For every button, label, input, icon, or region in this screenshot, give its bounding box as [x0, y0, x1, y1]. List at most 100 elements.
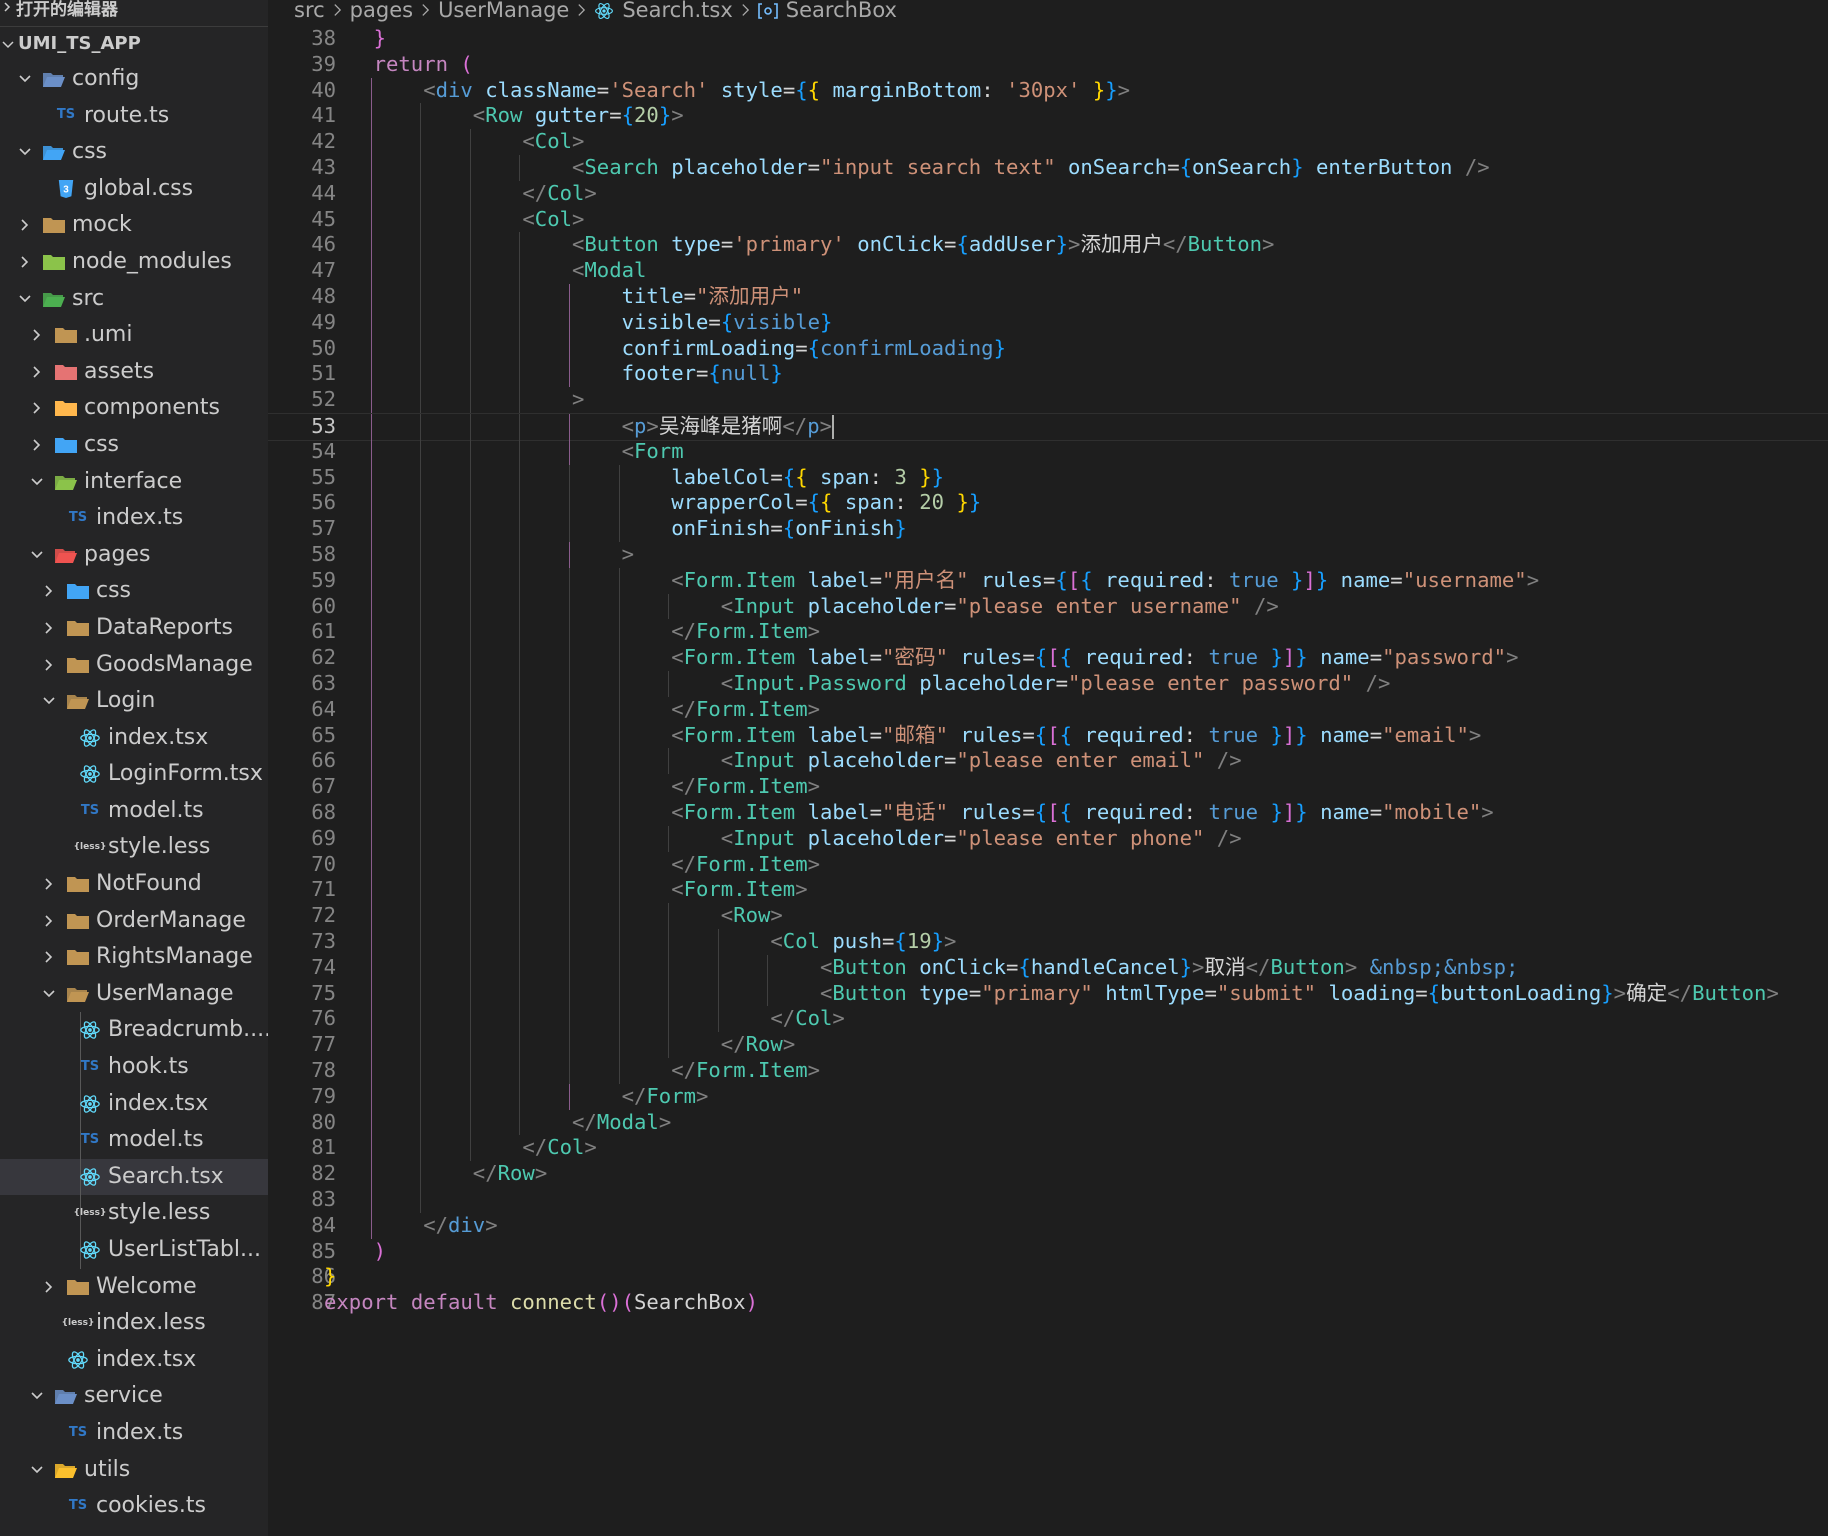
code-editor[interactable]: 38} 39 return (40 <div className='Search' s…	[268, 26, 1828, 1536]
code-line[interactable]: 66 <Input placeholder="please enter email…	[268, 748, 1828, 775]
chevron-down-icon[interactable]	[18, 134, 32, 170]
code-line[interactable]: 57 onFinish={onFinish}	[268, 516, 1828, 542]
chevron-right-icon[interactable]	[18, 207, 32, 243]
code-line[interactable]: 51 footer={null}	[268, 361, 1828, 388]
code-line[interactable]: 64 </Form.Item>	[268, 696, 1828, 723]
code-line[interactable]: 83	[268, 1187, 1828, 1213]
tree-folder-item[interactable]: pages	[0, 537, 268, 574]
tree-file-item[interactable]: UserListTabl...	[0, 1232, 268, 1269]
code-line[interactable]: 75 <Button type="primary" htmlType="submi…	[268, 980, 1828, 1007]
code-line[interactable]: 39 return (	[268, 52, 1828, 78]
tree-file-item[interactable]: TS cookies.ts	[0, 1488, 268, 1525]
breadcrumb-item[interactable]: SearchBox	[757, 0, 897, 22]
tree-folder-item[interactable]: config	[0, 61, 268, 98]
code-line[interactable]: 87 export default connect()(SearchBox)	[268, 1290, 1828, 1316]
breadcrumb-item[interactable]: src	[294, 0, 325, 21]
tree-file-item[interactable]: TS route.ts	[0, 98, 268, 135]
tree-folder-item[interactable]: assets	[0, 354, 268, 391]
chevron-right-icon[interactable]	[42, 866, 56, 902]
tree-file-item[interactable]: TS model.ts	[0, 793, 268, 830]
code-line[interactable]: 54 <Form	[268, 438, 1828, 465]
tree-folder-item[interactable]: node_modules	[0, 244, 268, 281]
chevron-down-icon[interactable]	[42, 683, 56, 719]
chevron-down-icon[interactable]	[18, 281, 32, 317]
code-line[interactable]: 74 <Button onClick={handleCancel}>取消</But…	[268, 954, 1828, 981]
code-line[interactable]: 85)	[268, 1239, 1828, 1265]
chevron-down-icon[interactable]	[30, 1452, 44, 1488]
code-line[interactable]: 48 title="添加用户"	[268, 284, 1828, 310]
chevron-down-icon[interactable]	[30, 464, 44, 500]
code-line[interactable]: 79 </Form>	[268, 1083, 1828, 1110]
code-line[interactable]: 61 </Form.Item>	[268, 619, 1828, 646]
tree-folder-item[interactable]: css	[0, 573, 268, 610]
tree-file-item[interactable]: TS model.ts	[0, 1122, 268, 1159]
tree-folder-item[interactable]: css	[0, 134, 268, 171]
tree-file-item[interactable]: TS hook.ts	[0, 1049, 268, 1086]
chevron-right-icon[interactable]	[42, 647, 56, 683]
code-line[interactable]: 82 </Row>	[268, 1161, 1828, 1187]
chevron-right-icon[interactable]	[30, 354, 44, 390]
tree-folder-item[interactable]: OrderManage	[0, 903, 268, 940]
tree-folder-item[interactable]: service	[0, 1378, 268, 1415]
chevron-right-icon[interactable]	[30, 390, 44, 426]
tree-file-item[interactable]: index.tsx	[0, 720, 268, 757]
chevron-right-icon[interactable]	[30, 427, 44, 463]
code-line[interactable]: 84 </div>	[268, 1212, 1828, 1239]
code-line[interactable]: 55 labelCol={{ span: 3 }}	[268, 464, 1828, 491]
tree-file-item[interactable]: LoginForm.tsx	[0, 756, 268, 793]
code-line[interactable]: 76 </Col>	[268, 1006, 1828, 1033]
tree-file-item[interactable]: {less} style.less	[0, 829, 268, 866]
tree-folder-item[interactable]: Welcome	[0, 1269, 268, 1306]
tree-file-item[interactable]: Search.tsx	[0, 1158, 268, 1196]
code-line[interactable]: 70 </Form.Item>	[268, 851, 1828, 878]
chevron-right-icon[interactable]	[30, 317, 44, 353]
code-line[interactable]: 56 wrapperCol={{ span: 20 }}	[268, 490, 1828, 517]
code-line[interactable]: 62 <Form.Item label="密码" rules={[{ requir…	[268, 645, 1828, 671]
code-line[interactable]: 77 </Row>	[268, 1032, 1828, 1058]
tree-folder-item[interactable]: .umi	[0, 317, 268, 354]
project-root[interactable]: UMI_TS_APP	[0, 27, 268, 61]
code-line[interactable]: 53 <p>吴海峰是猪啊</p>	[268, 413, 1828, 441]
tree-folder-item[interactable]: mock	[0, 207, 268, 244]
chevron-down-icon[interactable]	[18, 61, 32, 97]
code-line[interactable]: 73 <Col push={19}>	[268, 929, 1828, 955]
code-line[interactable]: 60 <Input placeholder="please enter usern…	[268, 593, 1828, 620]
chevron-right-icon[interactable]	[18, 244, 32, 280]
code-line[interactable]: 50 confirmLoading={confirmLoading}	[268, 335, 1828, 362]
tree-folder-item[interactable]: components	[0, 390, 268, 427]
chevron-right-icon[interactable]	[42, 610, 56, 646]
tree-file-item[interactable]: {less} style.less	[0, 1195, 268, 1232]
code-line[interactable]: 80 </Modal>	[268, 1109, 1828, 1136]
tree-folder-item[interactable]: Login	[0, 683, 268, 720]
chevron-right-icon[interactable]	[42, 1269, 56, 1305]
code-line[interactable]: 42 <Col>	[268, 129, 1828, 155]
code-line[interactable]: 63 <Input.Password placeholder="please en…	[268, 671, 1828, 697]
chevron-right-icon[interactable]	[42, 903, 56, 939]
tree-folder-item[interactable]: DataReports	[0, 610, 268, 647]
tree-file-item[interactable]: Breadcrumb....	[0, 1012, 268, 1050]
code-line[interactable]: 81 </Col>	[268, 1135, 1828, 1162]
code-line[interactable]: 44 </Col>	[268, 180, 1828, 207]
code-line[interactable]: 71 <Form.Item>	[268, 877, 1828, 904]
open-editors-header[interactable]: 打开的编辑器	[0, 0, 268, 27]
tree-folder-item[interactable]: src	[0, 281, 268, 318]
tree-folder-item[interactable]: NotFound	[0, 866, 268, 903]
code-line[interactable]: 52 >	[268, 387, 1828, 413]
code-line[interactable]: 43 <Search placeholder="input search text…	[268, 155, 1828, 181]
code-line[interactable]: 49 visible={visible}	[268, 309, 1828, 336]
code-line[interactable]: 72 <Row>	[268, 903, 1828, 929]
breadcrumb-item[interactable]: UserManage	[438, 0, 569, 21]
code-line[interactable]: 65 <Form.Item label="邮箱" rules={[{ requir…	[268, 722, 1828, 749]
tree-file-item[interactable]: index.tsx	[0, 1085, 268, 1123]
chevron-right-icon[interactable]	[42, 939, 56, 975]
code-line[interactable]: 41 <Row gutter={20}>	[268, 103, 1828, 130]
tree-folder-item[interactable]: utils	[0, 1452, 268, 1489]
code-line[interactable]: 59 <Form.Item label="用户名" rules={[{ requi…	[268, 567, 1828, 594]
code-line[interactable]: 86}	[268, 1264, 1828, 1290]
chevron-down-icon[interactable]	[30, 537, 44, 573]
code-line[interactable]: 38}	[268, 26, 1828, 52]
tree-file-item[interactable]: TS index.ts	[0, 1415, 268, 1452]
breadcrumb-item[interactable]: pages	[350, 0, 413, 21]
code-line[interactable]: 47 <Modal	[268, 258, 1828, 284]
tree-folder-item[interactable]: css	[0, 427, 268, 464]
